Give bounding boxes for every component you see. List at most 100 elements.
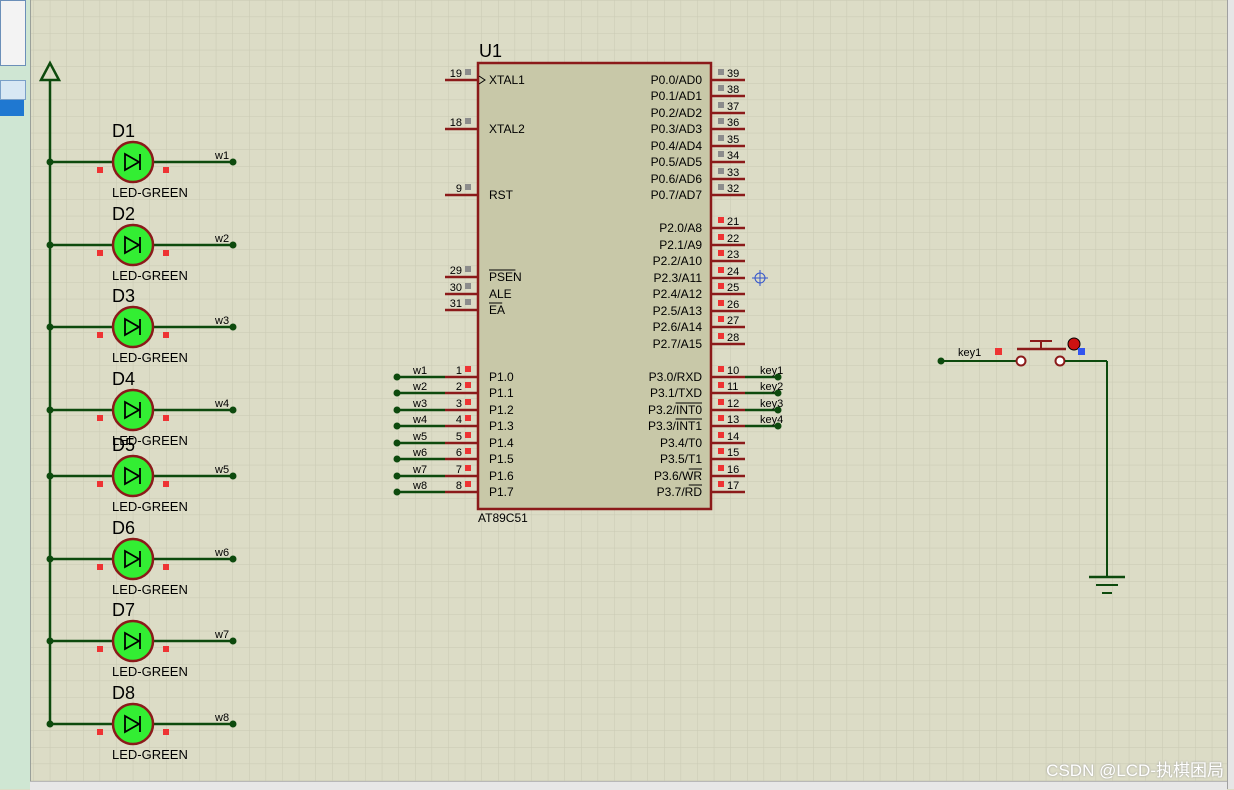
pin-marker (465, 184, 471, 190)
net-label: w7 (214, 629, 229, 641)
pin-marker (718, 151, 724, 157)
pin-name: P1.4 (489, 436, 514, 450)
selection-handle[interactable] (1078, 348, 1085, 355)
pin-number: 4 (456, 414, 462, 426)
net-label: w4 (412, 414, 427, 426)
pin-number: 13 (727, 414, 739, 426)
pin-marker (718, 382, 724, 388)
pin-number: 25 (727, 282, 739, 294)
led-ref-label: D3 (112, 286, 135, 306)
pin-number: 30 (450, 282, 462, 294)
pin-number: 6 (456, 447, 462, 459)
led-body-icon (111, 702, 155, 746)
pin-marker (465, 448, 471, 454)
pin-number: 14 (727, 431, 739, 443)
net-label: w7 (412, 464, 427, 476)
pin-marker (718, 465, 724, 471)
pin-marker (718, 168, 724, 174)
schematic-canvas[interactable]: D1 LED-GREEN w1 D2 LED-GREEN w2 D3 LED-GREEN w3 D… (31, 0, 1227, 781)
pin-name: XTAL1 (489, 73, 525, 87)
net-label: w5 (214, 464, 229, 476)
led-ref-label: D1 (112, 121, 135, 141)
pin-name: P3.6/WR (654, 469, 702, 483)
selected-item-highlight[interactable] (0, 100, 24, 116)
led-value-label: LED-GREEN (112, 582, 188, 597)
pin-number: 32 (727, 183, 739, 195)
pin-name: P1.5 (489, 452, 514, 466)
pin-number: 10 (727, 365, 739, 377)
led-value-label: LED-GREEN (112, 499, 188, 514)
pin-marker (718, 333, 724, 339)
pin-marker (718, 184, 724, 190)
pin-name: P2.0/A8 (659, 221, 702, 235)
pin-marker (718, 316, 724, 322)
pin-marker (163, 646, 169, 652)
pin-name: P3.3/INT1 (648, 419, 702, 433)
pin-marker (995, 348, 1002, 355)
pin-number: 5 (456, 431, 462, 443)
pin-name: P1.6 (489, 469, 514, 483)
led-ref-label: D7 (112, 600, 135, 620)
pin-marker (718, 118, 724, 124)
net-label: key1 (760, 365, 783, 377)
pin-name: P2.7/A15 (653, 337, 703, 351)
net-label: w2 (214, 233, 229, 245)
pin-number: 2 (456, 381, 462, 393)
pin-number: 39 (727, 68, 739, 80)
led-ref-label: D5 (112, 435, 135, 455)
pin-marker (465, 283, 471, 289)
pin-number: 18 (450, 117, 462, 129)
pin-name: P1.1 (489, 386, 514, 400)
pin-name: P3.4/T0 (660, 436, 702, 450)
pin-marker (718, 283, 724, 289)
pin-number: 17 (727, 480, 739, 492)
object-selector-box[interactable] (0, 0, 26, 66)
mcu-part-label: AT89C51 (478, 511, 528, 525)
net-label: w1 (214, 150, 229, 162)
pin-marker (163, 332, 169, 338)
pin-name: P0.6/AD6 (651, 172, 703, 186)
led-ref-label: D8 (112, 683, 135, 703)
pin-marker (97, 415, 103, 421)
pin-marker (718, 217, 724, 223)
pin-name: P2.4/A12 (653, 287, 703, 301)
pin-number: 7 (456, 464, 462, 476)
pin-number: 33 (727, 167, 739, 179)
pin-name: P0.3/AD3 (651, 122, 703, 136)
pin-number: 1 (456, 365, 462, 377)
pin-name: P2.3/A11 (654, 271, 703, 285)
led-body-icon (111, 305, 155, 349)
pin-marker (465, 266, 471, 272)
pin-marker (163, 481, 169, 487)
net-label: w3 (412, 398, 427, 410)
pin-marker (718, 69, 724, 75)
pin-name: P3.5/T1 (660, 452, 702, 466)
led-body-icon (111, 140, 155, 184)
pin-number: 23 (727, 249, 739, 261)
pin-marker (718, 415, 724, 421)
led-body-icon (111, 537, 155, 581)
pin-marker (163, 167, 169, 173)
pin-marker (718, 432, 724, 438)
net-label: w6 (214, 547, 229, 559)
pin-marker (718, 481, 724, 487)
pin-marker (97, 167, 103, 173)
pin-name: RST (489, 188, 514, 202)
pin-name: P1.3 (489, 419, 514, 433)
net-label: w6 (412, 447, 427, 459)
pin-name: P2.2/A10 (653, 254, 703, 268)
led-ref-label: D6 (112, 518, 135, 538)
net-label: w1 (412, 365, 427, 377)
pin-marker (97, 481, 103, 487)
led-body-icon (111, 388, 155, 432)
panel-tab[interactable] (0, 80, 26, 100)
net-label: w4 (214, 398, 229, 410)
pin-number: 22 (727, 233, 739, 245)
pin-name: P3.1/TXD (650, 386, 702, 400)
pin-number: 34 (727, 150, 739, 162)
led-value-label: LED-GREEN (112, 268, 188, 283)
led-value-label: LED-GREEN (112, 747, 188, 762)
pin-marker (97, 250, 103, 256)
net-label: w8 (214, 712, 229, 724)
pin-number: 28 (727, 332, 739, 344)
